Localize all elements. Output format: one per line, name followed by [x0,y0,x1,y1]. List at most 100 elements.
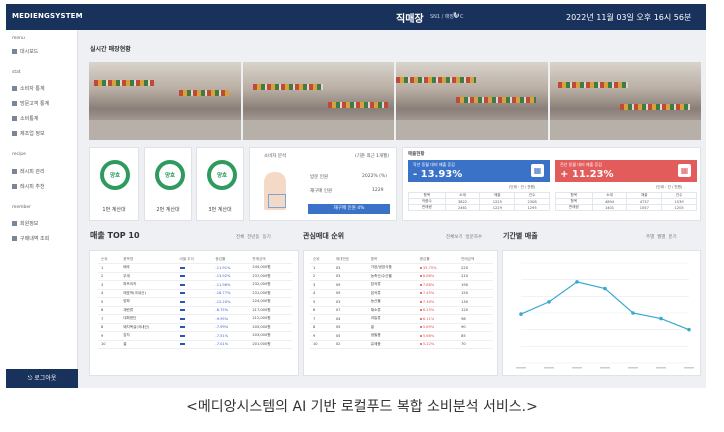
shelf [179,90,229,96]
table-row[interactable]: 1 배추 -11.91% 245,000원 [98,263,292,273]
trend-cell [176,289,213,298]
tab[interactable]: 전년동 [247,235,259,240]
rate-cell: -16.77% [212,289,250,298]
table-row[interactable]: 6 계란류 -8.75% 217,000원 [98,306,292,315]
data-point[interactable] [603,286,607,291]
table-row[interactable]: 5 03 농산물 7.30% 130 [310,297,493,307]
interest-tabs[interactable]: 전체보기 방문자수 [446,234,482,240]
trend-mark [419,343,422,346]
timeline-tabs[interactable]: 주별 월별 분기 [646,234,677,240]
trend-mark [419,283,422,286]
sidebar-item-member[interactable]: 회원정보 [12,220,38,227]
chart-icon [12,101,17,106]
tab[interactable]: 전체보기 [446,235,463,240]
period-label: (기준 최근 1개월) [355,154,390,159]
tab[interactable]: 월별 [657,235,665,240]
camera-feed[interactable] [89,62,241,140]
data-point[interactable] [631,311,635,315]
shelf [396,77,476,83]
shelf-cell: 09 [332,289,368,298]
tab[interactable]: 동기 [262,235,270,240]
interest-title: 관심매대 순위 [303,232,345,240]
sidebar-item-menu[interactable]: 레시피 추천 [12,183,45,190]
sidebar-item-equip[interactable]: 제조업 정보 [12,130,45,137]
table-row[interactable]: 4 애호박(국내산) -16.77% 231,000원 [98,289,292,298]
data-point[interactable] [575,280,579,284]
table-row[interactable]: 8 05 쌀 5.89% 90 [310,323,493,332]
amount-cell: 217,000원 [249,306,292,315]
table-row[interactable]: 7 대파한단 -9.95% 212,000원 [98,314,292,324]
header-cell: 품목 [367,255,417,264]
app-logo[interactable]: MEDIENGSYSTEM [12,12,83,20]
table-row[interactable]: 10 02 유제품 5.22% 70 [310,340,493,349]
table-row[interactable]: 4 09 잡곡류 7.45% 150 [310,289,493,298]
top10-panel: 순위 품목명 비율 추이 증감률 판매금액 1 배추 -11.91% 245,000원 2 무세 -1… [89,250,299,376]
cell: 1295 [514,204,550,211]
sidebar-item-analysis[interactable]: 소비통계 [12,115,38,122]
trend-cell [176,331,213,341]
counter-status-card[interactable]: 양호 2번 계산대 [144,147,192,221]
data-point[interactable] [547,300,551,304]
tab[interactable]: 주별 [646,235,654,240]
status-text: 양호 [109,173,121,179]
table-row[interactable]: 10 쌀 -7.01% 201,000원 [98,340,292,349]
table-row[interactable]: 2 03 농축산/수산물 8.86% 210 [310,272,493,281]
sidebar-item-admin[interactable]: 구매내역 조회 [12,235,49,242]
item-cell: 대파한단 [120,314,177,324]
shelf [456,97,536,103]
rebuy-button[interactable]: 재구매 인원 4% [308,204,390,214]
table-row[interactable]: 6 07 채소류 6.25% 120 [310,306,493,315]
trend-mark [179,309,185,312]
sidebar-item-order[interactable]: 레시피 관리 [12,168,45,175]
table-row[interactable]: 8 돼지목살(국내산) -7.99% 205,000원 [98,323,292,332]
rank-cell: 2 [98,272,121,281]
counter-status-card[interactable]: 양호 1번 계산대 [89,147,139,221]
counter-status-card[interactable]: 양호 3번 계산대 [196,147,244,221]
sidebar-item-visit[interactable]: 방문고객 통계 [12,100,49,107]
cell: 1401 [591,204,628,211]
top10-table: 순위 품목명 비율 추이 증감률 판매금액 1 배추 -11.91% 245,000원 2 무세 -1… [98,255,292,349]
table-row[interactable]: 9 05 생필품 5.66% 85 [310,331,493,341]
sidebar-item-label: 소비통계 [20,116,39,122]
item-cell: 돼지목살(국내산) [120,323,177,332]
data-point[interactable] [519,312,523,316]
camera-feed[interactable] [242,62,394,140]
logout-button[interactable]: ⎋ 로그아웃 [6,369,78,388]
shelf [557,82,628,88]
table-row[interactable]: 2 무세 -13.92% 237,000원 [98,272,292,281]
table-row[interactable]: 9 감자 -7.51% 203,000원 [98,331,292,341]
item-cell: 애호박(국내산) [120,289,177,298]
header-cell: 판매금액 [249,255,292,264]
header-cell: 품목명 [120,255,177,264]
floor [242,120,394,140]
x-tick [572,367,582,369]
sidebar-item-sales[interactable]: 소비자 통계 [12,85,45,92]
tab[interactable]: 전체 [236,235,244,240]
data-point[interactable] [659,316,663,321]
rate-text: 5.89% [422,325,435,330]
floor [89,120,241,140]
item-cell: 농축산/수산물 [367,272,417,281]
sidebar-item-dashboard[interactable]: 대시보드 [12,48,38,55]
data-point[interactable] [687,327,691,332]
tab[interactable]: 분기 [668,235,676,240]
item-cell: 무세 [120,272,177,281]
rate-cell: -13.92% [212,272,250,281]
item-cell: 양파 [120,297,177,307]
amount-cell: 201,000원 [249,340,292,349]
table-row[interactable]: 3 09 잡곡류 7.88% 190 [310,280,493,290]
rate-text: 8.86% [422,274,435,279]
refresh-icon[interactable]: ↻ [453,11,460,20]
rate-cell: 5.89% [416,323,459,332]
table-row[interactable]: 7 04 과일류 6.11% 98 [310,314,493,324]
amount-cell: 203,000원 [249,331,292,341]
table-row[interactable]: 5 양파 -12.20% 224,000원 [98,297,292,307]
table-row[interactable]: 3 파프리카 -11.96% 232,000원 [98,280,292,290]
top10-tabs[interactable]: 전체 전년동 동기 [236,234,271,240]
rate-cell: -8.75% [212,306,250,315]
table-row[interactable]: 1 03 가공/냉장식품 33.75% 220 [310,263,493,273]
timeline-panel [502,250,701,376]
camera-feed[interactable] [396,62,548,140]
camera-feed[interactable] [549,62,701,140]
tab[interactable]: 방문자수 [465,235,482,240]
